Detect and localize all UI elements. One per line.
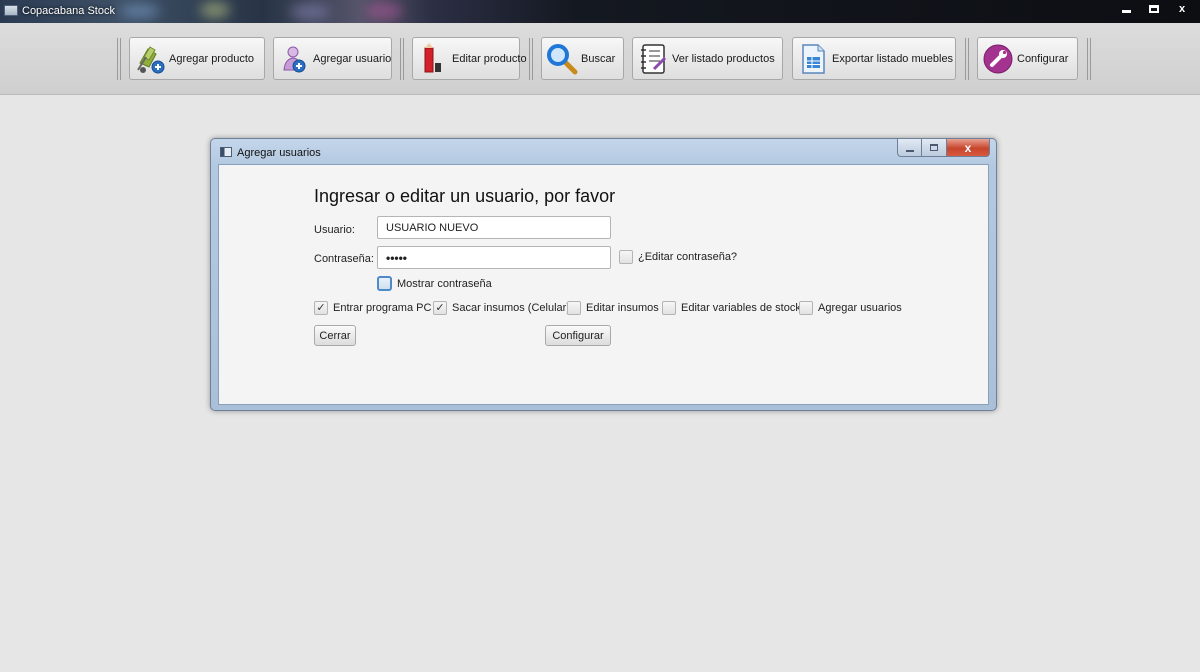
restore-button[interactable] (1140, 0, 1168, 18)
checkbox-unchecked-icon (567, 301, 581, 315)
toolbar-separator (529, 38, 533, 80)
editar-contrasena-label: ¿Editar contraseña? (638, 251, 738, 263)
editar-producto-label: Editar producto (452, 52, 527, 65)
ver-listado-productos-button[interactable]: Ver listado productos (632, 37, 783, 80)
app-title: Copacabana Stock (22, 5, 115, 17)
usuario-input[interactable] (377, 216, 611, 239)
titlebar-glow (200, 2, 230, 18)
contrasena-input[interactable]: ••••• (377, 246, 611, 269)
dialog-maximize-button[interactable] (922, 139, 947, 157)
form-heading: Ingresar o editar un usuario, por favor (314, 186, 616, 206)
spreadsheet-export-icon (797, 43, 829, 75)
configurar-button[interactable]: Configurar (545, 325, 611, 346)
checkbox-unchecked-icon (799, 301, 813, 315)
perm-editar-variables-stock-label: Editar variables de stock (681, 302, 801, 314)
toolbar-separator (965, 38, 969, 80)
restore-icon (1149, 5, 1159, 13)
app-icon (4, 5, 18, 16)
agregar-producto-label: Agregar producto (169, 52, 254, 65)
checkbox-unchecked-icon (619, 250, 633, 264)
editar-contrasena-checkbox[interactable]: ¿Editar contraseña? (619, 250, 737, 264)
mostrar-contrasena-checkbox[interactable]: Mostrar contraseña (377, 276, 492, 291)
dialog-window-icon (220, 147, 232, 157)
notebook-list-icon (637, 43, 669, 75)
titlebar-glow (120, 4, 160, 18)
dialog-window-controls: x (897, 139, 990, 157)
main-toolbar: Agregar producto Agregar usuario Editar … (0, 23, 1200, 95)
perm-agregar-usuarios-checkbox[interactable]: Agregar usuarios (799, 301, 902, 315)
perm-sacar-insumos-label: Sacar insumos (Celular) (452, 302, 570, 314)
mostrar-contrasena-label: Mostrar contraseña (397, 277, 492, 290)
exportar-listado-muebles-label: Exportar listado muebles (832, 52, 954, 65)
checkbox-unchecked-icon (662, 301, 676, 315)
buscar-label: Buscar (581, 52, 616, 65)
checkbox-checked-icon: ✓ (433, 301, 447, 315)
dialog-close-button[interactable]: x (947, 139, 990, 157)
minimize-icon (905, 149, 914, 152)
titlebar-glow (290, 4, 330, 20)
close-icon: x (1178, 3, 1186, 15)
dialog-minimize-button[interactable] (897, 139, 922, 157)
app-title-bar[interactable]: Copacabana Stock x (0, 0, 1200, 23)
minimize-icon (1121, 9, 1131, 13)
password-mask: ••••• (386, 251, 408, 265)
add-user-icon (278, 43, 310, 75)
perm-editar-variables-stock-checkbox[interactable]: Editar variables de stock (662, 301, 801, 315)
toolbar-separator (117, 38, 121, 80)
perm-entrar-programa-pc-label: Entrar programa PC (333, 302, 432, 314)
configurar-toolbar-button[interactable]: Configurar (977, 37, 1078, 80)
checkbox-focused-icon (377, 276, 392, 291)
close-button[interactable]: x (1168, 0, 1196, 18)
buscar-button[interactable]: Buscar (541, 37, 624, 80)
magnifier-search-icon (546, 43, 578, 75)
agregar-usuario-label: Agregar usuario (313, 52, 392, 65)
titlebar-glow (365, 2, 403, 20)
ver-listado-productos-label: Ver listado productos (672, 52, 775, 65)
pencil-edit-icon (417, 42, 449, 75)
configurar-toolbar-label: Configurar (1017, 52, 1069, 65)
perm-editar-insumos-label: Editar insumos (586, 302, 659, 314)
agregar-usuarios-dialog: Agregar usuarios x Ingresar o editar un … (210, 138, 997, 411)
agregar-usuario-button[interactable]: Agregar usuario (273, 37, 392, 80)
contrasena-label: Contraseña: (314, 253, 374, 265)
perm-sacar-insumos-checkbox[interactable]: ✓ Sacar insumos (Celular) (433, 301, 570, 315)
maximize-icon (930, 144, 938, 151)
close-icon: x (964, 140, 972, 155)
hand-truck-add-icon (134, 43, 166, 75)
dialog-content: Ingresar o editar un usuario, por favor … (218, 164, 989, 405)
perm-entrar-programa-pc-checkbox[interactable]: ✓ Entrar programa PC (314, 301, 431, 315)
editar-producto-button[interactable]: Editar producto (412, 37, 527, 80)
minimize-button[interactable] (1112, 0, 1140, 18)
usuario-label: Usuario: (314, 224, 355, 236)
dialog-title-bar[interactable]: Agregar usuarios x (211, 139, 996, 164)
perm-editar-insumos-checkbox[interactable]: Editar insumos (567, 301, 659, 315)
agregar-producto-button[interactable]: Agregar producto (129, 37, 265, 80)
perm-agregar-usuarios-label: Agregar usuarios (818, 302, 902, 314)
exportar-listado-muebles-button[interactable]: Exportar listado muebles (792, 37, 956, 80)
toolbar-separator (1087, 38, 1091, 80)
dialog-title: Agregar usuarios (237, 147, 321, 159)
toolbar-separator (400, 38, 404, 80)
window-controls: x (1112, 0, 1196, 18)
wrench-settings-icon (982, 43, 1014, 75)
cerrar-button[interactable]: Cerrar (314, 325, 356, 346)
checkbox-checked-icon: ✓ (314, 301, 328, 315)
